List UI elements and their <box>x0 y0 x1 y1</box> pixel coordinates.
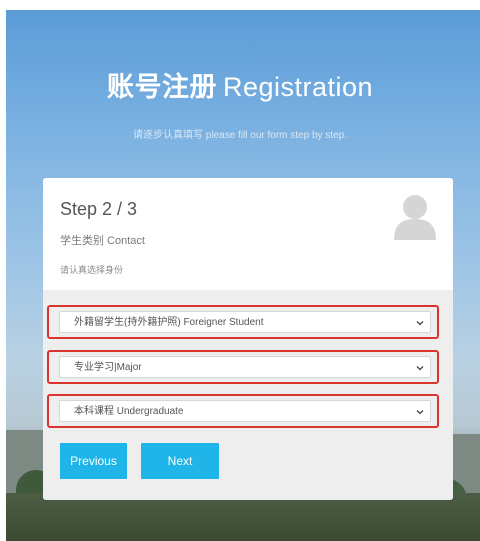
ground <box>6 493 480 541</box>
student-type-select[interactable]: 外籍留学生(持外籍护照) Foreigner Student <box>59 311 431 333</box>
page-title: 账号注册 Registration <box>0 70 480 104</box>
page-title-cn: 账号注册 <box>106 72 217 102</box>
section-title: 学生类别 Contact <box>60 235 145 247</box>
study-type-select[interactable]: 专业学习|Major <box>59 356 431 378</box>
chevron-down-icon <box>416 366 424 371</box>
course-level-highlight: 本科课程 Undergraduate <box>47 394 439 428</box>
student-type-value: 外籍留学生(持外籍护照) Foreigner Student <box>74 317 264 328</box>
card-header: Step 2 / 3 学生类别 Contact 请认真选择身份 <box>43 178 453 290</box>
course-level-value: 本科课程 Undergraduate <box>74 406 184 417</box>
registration-card: Step 2 / 3 学生类别 Contact 请认真选择身份 外籍留学生(持外… <box>43 178 453 500</box>
study-type-value: 专业学习|Major <box>74 362 142 373</box>
course-level-select[interactable]: 本科课程 Undergraduate <box>59 400 431 422</box>
next-button[interactable]: Next <box>141 443 219 479</box>
study-type-highlight: 专业学习|Major <box>47 350 439 384</box>
page-title-en: Registration <box>222 72 374 102</box>
chevron-down-icon <box>416 410 424 415</box>
student-type-highlight: 外籍留学生(持外籍护照) Foreigner Student <box>47 305 439 339</box>
page-subtitle: 请逐步认真填写 please fill our form step by ste… <box>133 130 347 141</box>
chevron-down-icon <box>416 321 424 326</box>
user-silhouette-icon <box>394 195 436 240</box>
section-hint: 请认真选择身份 <box>60 265 124 275</box>
step-indicator: Step 2 / 3 <box>60 199 138 219</box>
previous-button[interactable]: Previous <box>60 443 127 479</box>
page: 账号注册 Registration 请逐步认真填写 please fill our… <box>0 0 480 541</box>
